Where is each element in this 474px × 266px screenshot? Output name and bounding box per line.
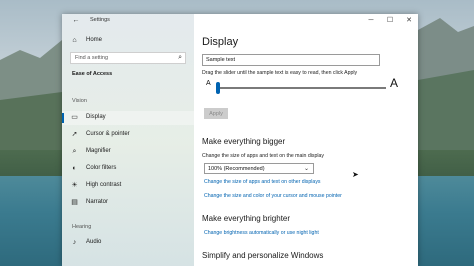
- bigger-description: Change the size of apps and text on the …: [202, 153, 324, 159]
- back-button[interactable]: ←: [71, 16, 81, 26]
- apply-button[interactable]: Apply: [204, 108, 228, 119]
- sidebar-item-narrator[interactable]: ▤ Narrator: [62, 196, 194, 210]
- sample-text-box: Sample text: [202, 54, 380, 66]
- minimize-button[interactable]: ─: [364, 15, 378, 27]
- scale-dropdown[interactable]: 100% (Recommended) ⌄: [204, 163, 314, 174]
- text-size-slider[interactable]: [216, 87, 386, 89]
- maximize-button[interactable]: ☐: [383, 15, 397, 27]
- home-label: Home: [86, 37, 103, 43]
- slider-min-label: A: [206, 80, 211, 87]
- sidebar-item-label: Magnifier: [86, 148, 111, 154]
- settings-window: ⌂ Home Find a setting ⌕ Ease of Access V…: [62, 14, 418, 266]
- page-title: Display: [202, 36, 239, 48]
- chevron-down-icon: ⌄: [303, 166, 309, 172]
- sidebar-item-label: High contrast: [86, 182, 122, 188]
- category-vision: Vision: [72, 98, 87, 104]
- sidebar: ⌂ Home Find a setting ⌕ Ease of Access V…: [62, 14, 194, 266]
- sidebar-item-magnifier[interactable]: ⌕ Magnifier: [62, 145, 194, 159]
- sidebar-item-high-contrast[interactable]: ☀ High contrast: [62, 179, 194, 193]
- category-hearing: Hearing: [72, 224, 92, 230]
- sidebar-item-label: Narrator: [86, 199, 109, 205]
- search-icon: ⌕: [178, 54, 182, 61]
- brighter-heading: Make everything brighter: [202, 214, 291, 223]
- window-title: Settings: [90, 17, 110, 23]
- color-filters-icon: ◐: [72, 165, 77, 172]
- slider-instructions: Drag the slider until the sample text is…: [202, 70, 358, 76]
- sidebar-item-label: Display: [86, 114, 106, 120]
- audio-icon: ♪: [72, 239, 77, 246]
- close-button[interactable]: ✕: [402, 15, 416, 27]
- magnifier-icon: ⌕: [72, 148, 77, 155]
- search-input[interactable]: Find a setting ⌕: [70, 52, 186, 64]
- link-cursor-size[interactable]: Change the size and color of your cursor…: [204, 193, 342, 199]
- sidebar-item-label: Color filters: [86, 165, 117, 171]
- sidebar-item-display[interactable]: ▭ Display: [62, 111, 194, 125]
- slider-thumb[interactable]: [216, 82, 220, 94]
- sidebar-item-label: Audio: [86, 239, 102, 245]
- section-title: Ease of Access: [72, 71, 113, 77]
- sidebar-item-color-filters[interactable]: ◐ Color filters: [62, 162, 194, 176]
- cursor-icon: ➚: [71, 131, 78, 138]
- narrator-icon: ▤: [71, 199, 78, 206]
- main-content: Display Sample text Drag the slider unti…: [194, 28, 418, 266]
- search-placeholder: Find a setting: [75, 55, 109, 61]
- mouse-pointer-icon: ➤: [352, 170, 359, 179]
- sidebar-item-audio[interactable]: ♪ Audio: [62, 236, 194, 250]
- home-icon: ⌂: [72, 37, 77, 44]
- sidebar-item-cursor-pointer[interactable]: ➚ Cursor & pointer: [62, 128, 194, 142]
- bigger-heading: Make everything bigger: [202, 137, 286, 146]
- link-brightness[interactable]: Change brightness automatically or use n…: [204, 230, 319, 236]
- title-bar: ← Settings ─ ☐ ✕: [62, 14, 418, 28]
- home-link[interactable]: ⌂ Home: [62, 34, 194, 48]
- high-contrast-icon: ☀: [71, 182, 78, 189]
- sidebar-item-label: Cursor & pointer: [86, 131, 130, 137]
- scale-value: 100% (Recommended): [208, 166, 265, 172]
- slider-max-label: A: [390, 76, 399, 90]
- link-other-displays[interactable]: Change the size of apps and text on othe…: [204, 179, 321, 185]
- simplify-heading: Simplify and personalize Windows: [202, 251, 324, 260]
- display-icon: ▭: [71, 114, 78, 121]
